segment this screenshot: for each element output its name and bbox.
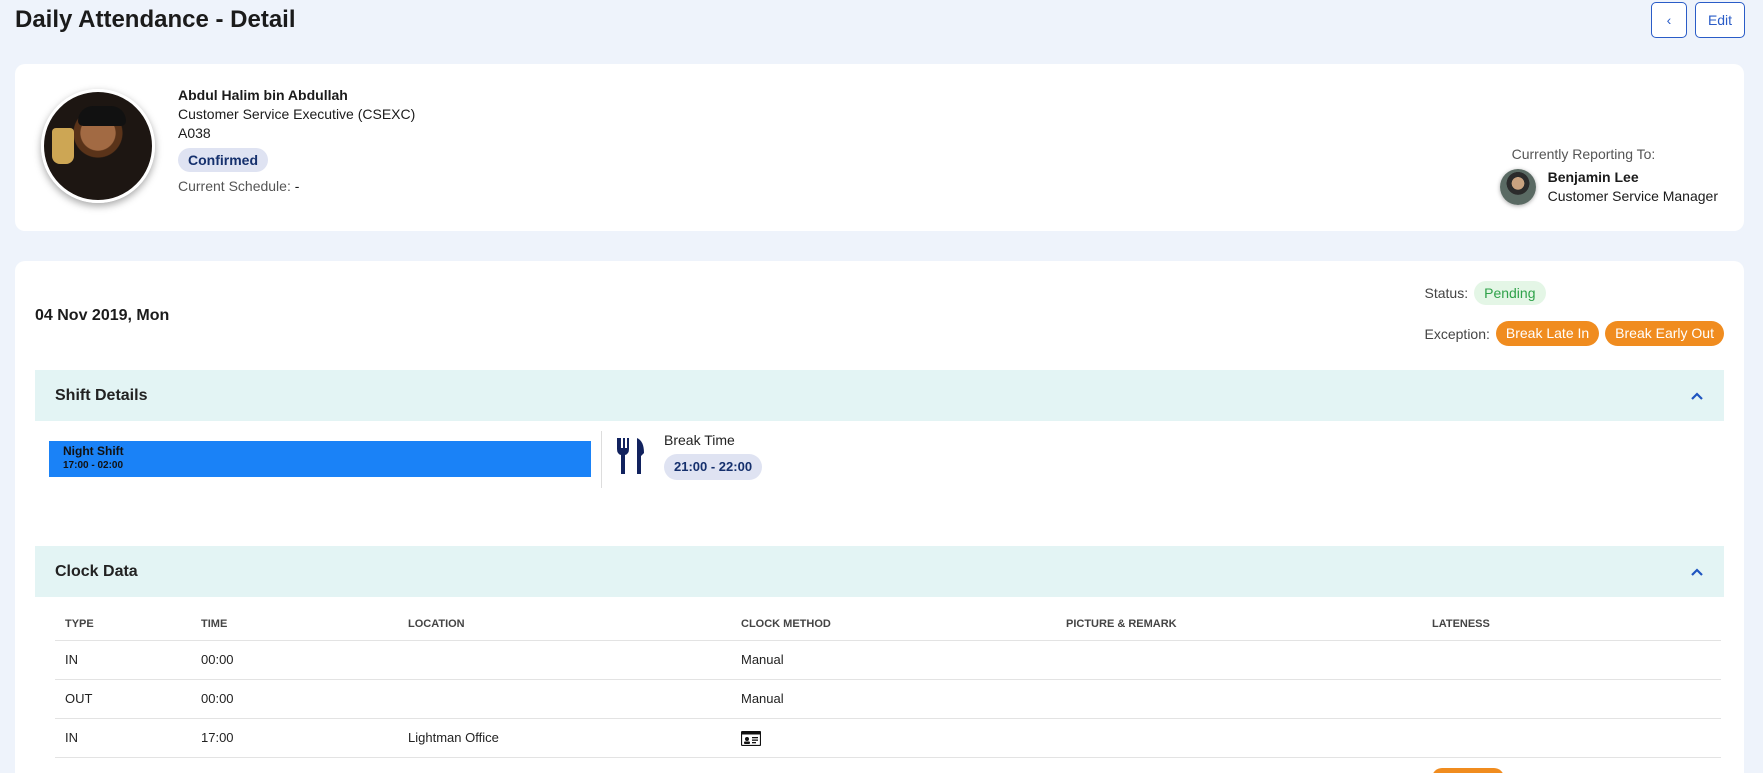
employee-name: Abdul Halim bin Abdullah <box>178 87 348 103</box>
cell-lateness <box>1422 718 1721 758</box>
status-label: Status: <box>1424 285 1469 301</box>
reporting-to: Currently Reporting To: Benjamin Lee Cus… <box>1499 146 1718 206</box>
table-row: IN 00:00 Manual <box>55 640 1721 680</box>
exception-label: Exception: <box>1424 325 1490 342</box>
column-header-type: TYPE <box>55 608 191 641</box>
cell-time: 00:00 <box>191 679 398 719</box>
shift-name: Night Shift <box>63 444 124 458</box>
column-header-location: LOCATION <box>398 608 731 641</box>
cell-type: IN <box>55 640 191 680</box>
shift-time: 17:00 - 02:00 <box>63 460 124 471</box>
table-row: IN 17:00 Lightman Office <box>55 718 1721 758</box>
exception-badge: Break Late In <box>1495 321 1600 346</box>
cell-clock-method: Manual <box>731 679 1056 719</box>
current-schedule: Current Schedule: - <box>178 178 300 194</box>
exception-badge: Break Early Out <box>1605 321 1724 346</box>
cell-type: IN <box>55 718 191 758</box>
manager-avatar <box>1499 169 1536 205</box>
cell-picture-remark <box>1056 718 1422 758</box>
status-block: Status: Pending Exception: Break Late In… <box>1425 281 1724 346</box>
cell-clock-method: Manual <box>731 640 1056 680</box>
cell-type: OUT <box>55 679 191 719</box>
lateness-badge <box>1432 768 1504 773</box>
cell-lateness <box>1422 640 1721 680</box>
break-time-value: 21:00 - 22:00 <box>664 454 763 480</box>
divider <box>601 431 602 488</box>
column-header-lateness: LATENESS <box>1422 608 1721 641</box>
current-schedule-value: - <box>294 178 300 194</box>
clock-data-title: Clock Data <box>55 562 138 580</box>
id-card-icon[interactable] <box>740 730 762 746</box>
employee-info: Abdul Halim bin Abdullah Customer Servic… <box>178 86 415 196</box>
cell-lateness <box>1422 679 1721 719</box>
column-header-clock-method: CLOCK METHOD <box>731 608 1056 641</box>
employee-id: A038 <box>178 125 211 141</box>
cell-picture-remark <box>1056 640 1422 680</box>
chevron-up-icon[interactable] <box>1690 388 1704 404</box>
cell-location <box>398 640 731 680</box>
break-time-label: Break Time <box>664 432 735 448</box>
shift-details-title: Shift Details <box>55 386 148 404</box>
manager-role: Customer Service Manager <box>1547 188 1718 204</box>
employee-avatar <box>41 89 155 203</box>
shift-bar: Night Shift 17:00 - 02:00 <box>49 441 591 477</box>
page-title: Daily Attendance - Detail <box>15 6 296 33</box>
employee-position: Customer Service Executive (CSEXC) <box>178 106 416 122</box>
cell-time: 00:00 <box>191 640 398 680</box>
column-header-time: TIME <box>191 608 398 641</box>
fork-knife-icon <box>615 437 645 475</box>
top-actions: ‹ Edit <box>1651 2 1745 38</box>
cell-time: 17:00 <box>191 718 398 758</box>
attendance-date: 04 Nov 2019, Mon <box>35 307 170 324</box>
back-button[interactable]: ‹ <box>1651 2 1687 38</box>
employment-status-badge: Confirmed <box>178 148 268 172</box>
chevron-left-icon: ‹ <box>1666 12 1672 28</box>
employee-profile-card: Abdul Halim bin Abdullah Customer Servic… <box>15 64 1744 231</box>
attendance-detail-card: 04 Nov 2019, Mon Status: Pending Excepti… <box>15 261 1744 773</box>
table-row: OUT 00:00 Manual <box>55 679 1721 719</box>
chevron-up-icon[interactable] <box>1690 564 1704 580</box>
edit-button[interactable]: Edit <box>1695 2 1745 38</box>
shift-details-header[interactable]: Shift Details <box>35 370 1724 421</box>
manager-name[interactable]: Benjamin Lee <box>1548 168 1718 187</box>
clock-data-header[interactable]: Clock Data <box>35 546 1724 597</box>
cell-location: Lightman Office <box>398 718 731 758</box>
cell-picture-remark <box>1056 679 1422 719</box>
cell-clock-method <box>731 718 1056 758</box>
column-header-picture-remark: PICTURE & REMARK <box>1056 608 1422 641</box>
cell-location <box>398 679 731 719</box>
table-header-row: TYPE TIME LOCATION CLOCK METHOD PICTURE … <box>55 608 1721 641</box>
status-badge: Pending <box>1474 281 1546 305</box>
reporting-label: Currently Reporting To: <box>1511 146 1656 162</box>
clock-data-table: TYPE TIME LOCATION CLOCK METHOD PICTURE … <box>55 608 1721 758</box>
